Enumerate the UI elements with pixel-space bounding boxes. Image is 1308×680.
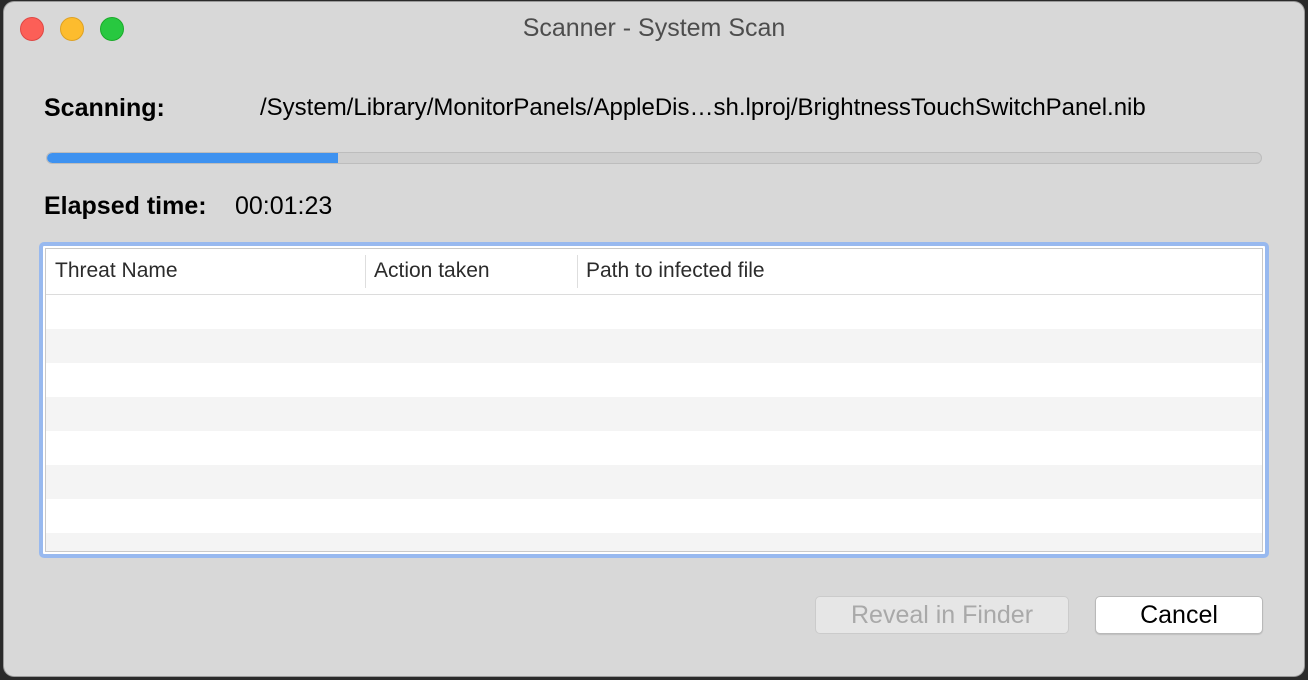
table-row[interactable] xyxy=(46,295,1262,329)
table-rows xyxy=(46,295,1262,551)
scanner-window: Scanner - System Scan Scanning: /System/… xyxy=(4,2,1304,676)
elapsed-time-label: Elapsed time: xyxy=(44,192,207,220)
reveal-in-finder-button[interactable]: Reveal in Finder xyxy=(815,596,1069,634)
column-header-path[interactable]: Path to infected file xyxy=(577,249,1257,294)
threats-table-body[interactable]: Threat Name Action taken Path to infecte… xyxy=(45,248,1263,552)
title-bar[interactable]: Scanner - System Scan xyxy=(4,2,1304,54)
scan-progress-fill xyxy=(47,153,339,163)
scan-progress-bar xyxy=(46,152,1262,164)
table-row[interactable] xyxy=(46,533,1262,551)
threats-table[interactable]: Threat Name Action taken Path to infecte… xyxy=(39,242,1269,558)
table-row[interactable] xyxy=(46,431,1262,465)
scanning-label: Scanning: xyxy=(44,94,165,122)
table-header: Threat Name Action taken Path to infecte… xyxy=(46,249,1262,295)
table-row[interactable] xyxy=(46,499,1262,533)
column-header-action-taken[interactable]: Action taken xyxy=(365,249,577,294)
table-row[interactable] xyxy=(46,397,1262,431)
cancel-button[interactable]: Cancel xyxy=(1095,596,1263,634)
elapsed-time-value: 00:01:23 xyxy=(235,192,333,220)
scanning-path: /System/Library/MonitorPanels/AppleDis…s… xyxy=(260,94,1146,121)
table-row[interactable] xyxy=(46,363,1262,397)
table-row[interactable] xyxy=(46,465,1262,499)
table-row[interactable] xyxy=(46,329,1262,363)
window-title: Scanner - System Scan xyxy=(522,14,786,42)
column-header-threat-name[interactable]: Threat Name xyxy=(46,249,365,294)
